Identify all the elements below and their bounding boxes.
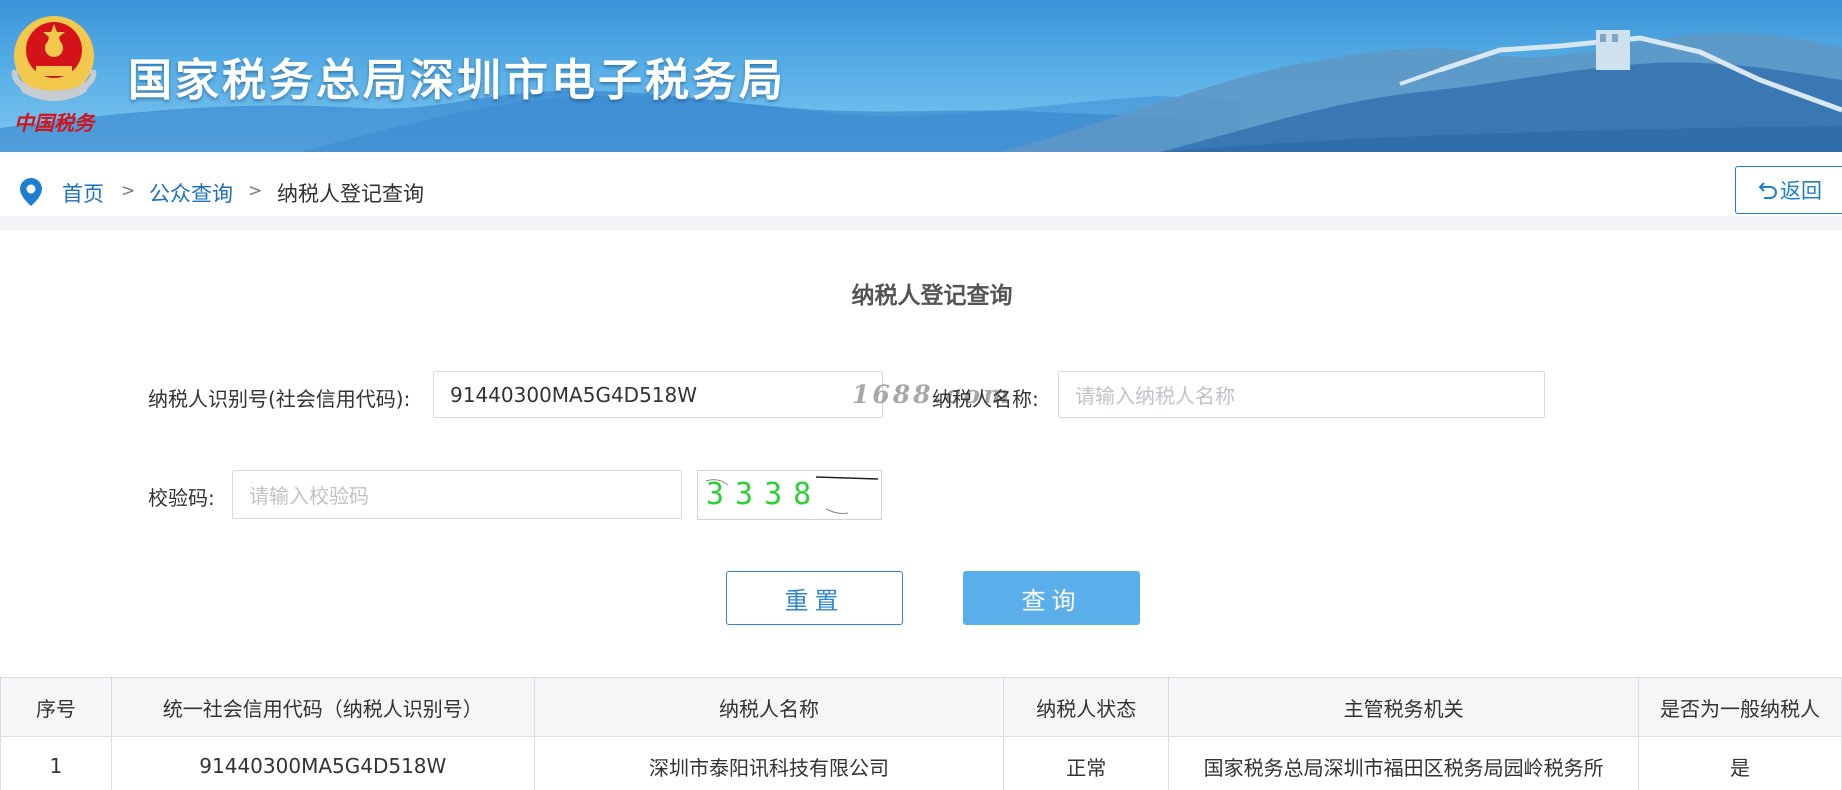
form-title: 纳税人登记查询	[851, 283, 1013, 309]
column-header-status: 纳税人状态	[1003, 677, 1170, 737]
breadcrumb-current: 纳税人登记查询	[277, 182, 424, 206]
column-header-taxpayer-name: 纳税人名称	[533, 677, 1005, 737]
back-button-label: 返回	[1780, 179, 1822, 203]
taxpayer-id-input[interactable]: 91440300MA5G4D518W	[433, 371, 883, 418]
cell-general-taxpayer: 是	[1638, 736, 1842, 790]
taxpayer-name-input[interactable]: 请输入纳税人名称	[1058, 371, 1545, 418]
back-button[interactable]: 返回	[1735, 166, 1842, 214]
location-pin-icon	[20, 178, 42, 206]
captcha-label: 校验码:	[148, 486, 215, 510]
header-banner: 中国税务 国家税务总局深圳市电子税务局	[0, 0, 1842, 152]
emblem-caption: 中国税务	[14, 111, 97, 135]
captcha-input[interactable]: 请输入校验码	[232, 470, 682, 519]
breadcrumb-home-link[interactable]: 首页	[62, 178, 104, 208]
table-header-row: 序号 统一社会信用代码（纳税人识别号） 纳税人名称 纳税人状态 主管税务机关 是…	[0, 677, 1842, 737]
cell-tax-authority: 国家税务总局深圳市福田区税务局园岭税务所	[1168, 736, 1640, 790]
site-title: 国家税务总局深圳市电子税务局	[128, 55, 786, 106]
cell-credit-code: 91440300MA5G4D518W	[110, 736, 535, 790]
cell-taxpayer-name: 深圳市泰阳讯科技有限公司	[533, 736, 1005, 790]
taxpayer-name-label: 纳税人名称:	[932, 387, 1039, 411]
captcha-image[interactable]: 3338	[697, 470, 882, 520]
breadcrumb: 首页 > 公众查询 > 纳税人登记查询 返回	[0, 152, 1842, 230]
reset-button[interactable]: 重置	[726, 571, 903, 625]
column-header-general-taxpayer: 是否为一般纳税人	[1638, 677, 1842, 737]
breadcrumb-separator: >	[248, 181, 263, 201]
cell-status: 正常	[1003, 736, 1170, 790]
column-header-credit-code: 统一社会信用代码（纳税人识别号）	[110, 677, 535, 737]
column-header-tax-authority: 主管税务机关	[1168, 677, 1640, 737]
breadcrumb-public-query-link[interactable]: 公众查询	[149, 178, 233, 208]
breadcrumb-separator: >	[121, 181, 136, 201]
column-header-index: 序号	[0, 677, 112, 737]
cell-index: 1	[0, 736, 112, 790]
undo-arrow-icon	[1758, 182, 1778, 199]
results-table: 序号 统一社会信用代码（纳税人识别号） 纳税人名称 纳税人状态 主管税务机关 是…	[0, 677, 1842, 790]
table-row: 1 91440300MA5G4D518W 深圳市泰阳讯科技有限公司 正常 国家税…	[0, 736, 1842, 790]
china-tax-emblem-icon: 中国税务	[11, 16, 97, 135]
captcha-char: 3338	[706, 477, 822, 512]
query-button[interactable]: 查询	[963, 571, 1140, 625]
taxpayer-id-label: 纳税人识别号(社会信用代码):	[148, 387, 411, 411]
